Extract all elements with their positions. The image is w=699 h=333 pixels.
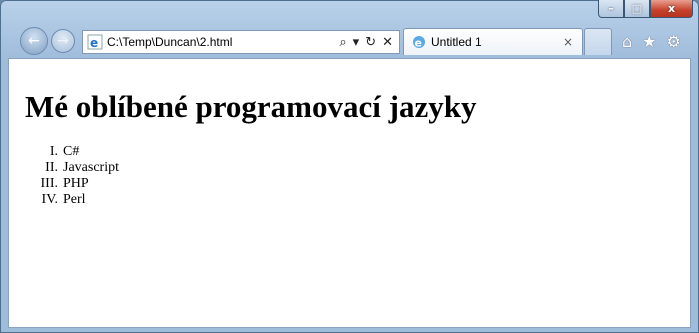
navigation-bar: ← → e C:\Temp\Duncan\2.html ⌕ ▾ ↻ ✕ e Un… (0, 22, 699, 58)
list-text: PHP (63, 176, 89, 191)
list-number: IV. (41, 192, 58, 207)
address-bar[interactable]: e C:\Temp\Duncan\2.html ⌕ ▾ ↻ ✕ (82, 30, 400, 54)
ie-page-icon: e (87, 34, 103, 50)
list-item: III. PHP (25, 176, 119, 192)
stop-icon[interactable]: ✕ (382, 35, 393, 50)
favorites-icon[interactable]: ★ (642, 32, 656, 51)
language-list: I. C# II. Javascript III. PHP IV. Perl (25, 144, 119, 208)
list-item: IV. Perl (25, 192, 119, 208)
ie-tab-icon: e (413, 36, 425, 50)
list-text: Javascript (63, 160, 119, 175)
tools-icon[interactable]: ⚙ (667, 32, 681, 51)
svg-text:e: e (415, 37, 422, 50)
list-item: II. Javascript (25, 160, 119, 176)
list-number: II. (45, 160, 58, 175)
home-icon[interactable]: ⌂ (622, 32, 632, 51)
new-tab-button[interactable] (584, 28, 612, 55)
list-number: III. (40, 176, 59, 191)
search-icon[interactable]: ⌕ (339, 35, 346, 50)
back-button[interactable]: ← (20, 27, 48, 55)
list-text: C# (63, 144, 80, 159)
browser-window: – □ x ← → e C:\Temp\Duncan\2.html ⌕ ▾ ↻ … (0, 0, 699, 333)
dropdown-icon[interactable]: ▾ (353, 35, 360, 50)
svg-text:e: e (90, 36, 98, 50)
maximize-button[interactable]: □ (624, 0, 650, 18)
forward-arrow-icon: → (57, 33, 69, 49)
back-arrow-icon: ← (28, 33, 40, 49)
address-url[interactable]: C:\Temp\Duncan\2.html (107, 35, 339, 49)
page-heading: Mé oblíbené programovací jazyky (25, 89, 477, 124)
list-item: I. C# (25, 144, 119, 160)
list-text: Perl (63, 192, 86, 207)
toolbar-icons: ⌂ ★ ⚙ (622, 32, 681, 51)
page-content: Mé oblíbené programovací jazyky I. C# II.… (8, 58, 691, 328)
caption-buttons: – □ x (598, 0, 693, 20)
close-window-button[interactable]: x (650, 0, 693, 18)
list-number: I. (49, 144, 58, 159)
address-tools: ⌕ ▾ ↻ ✕ (339, 35, 399, 50)
minimize-button[interactable]: – (598, 0, 624, 18)
forward-button[interactable]: → (51, 29, 75, 53)
tab-untitled[interactable]: e Untitled 1 × (403, 28, 583, 55)
tab-title: Untitled 1 (431, 35, 482, 49)
tab-close-icon[interactable]: × (563, 35, 582, 49)
refresh-icon[interactable]: ↻ (365, 35, 376, 50)
